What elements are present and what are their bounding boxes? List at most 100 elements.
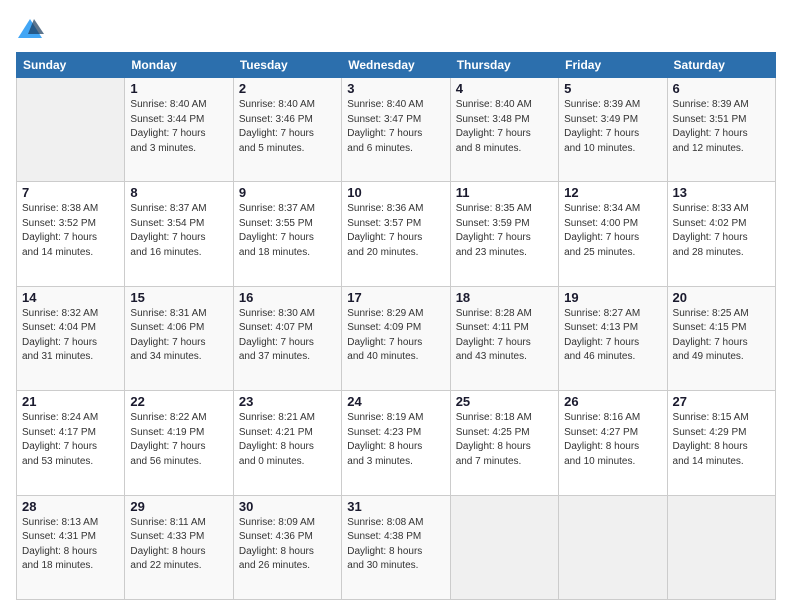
calendar-cell: 4 Sunrise: 8:40 AM Sunset: 3:48 PM Daylig… [450, 78, 558, 182]
logo-icon [16, 16, 44, 44]
day-info: Sunrise: 8:34 AM Sunset: 4:00 PM Dayligh… [564, 202, 661, 260]
calendar-cell: 31 Sunrise: 8:08 AM Sunset: 4:38 PM Dayli… [342, 495, 450, 599]
day-info: Sunrise: 8:40 AM Sunset: 3:47 PM Dayligh… [347, 98, 444, 156]
calendar-cell: 12 Sunrise: 8:34 AM Sunset: 4:00 PM Dayli… [559, 182, 667, 286]
day-number: 7 [22, 185, 119, 200]
calendar-week-row: 1Sunrise: 8:40 AM Sunset: 3:44 PM Daylig… [17, 78, 776, 182]
day-info: Sunrise: 8:37 AM Sunset: 3:55 PM Dayligh… [239, 202, 336, 260]
day-info: Sunrise: 8:36 AM Sunset: 3:57 PM Dayligh… [347, 202, 444, 260]
calendar-cell: 9 Sunrise: 8:37 AM Sunset: 3:55 PM Daylig… [233, 182, 341, 286]
column-header-monday: Monday [125, 53, 233, 78]
day-info: Sunrise: 8:38 AM Sunset: 3:52 PM Dayligh… [22, 202, 119, 260]
day-number: 29 [130, 499, 227, 514]
calendar-cell: 24 Sunrise: 8:19 AM Sunset: 4:23 PM Dayli… [342, 391, 450, 495]
column-header-thursday: Thursday [450, 53, 558, 78]
day-number: 5 [564, 81, 661, 96]
day-number: 22 [130, 394, 227, 409]
calendar-page: SundayMondayTuesdayWednesdayThursdayFrid… [0, 0, 792, 612]
day-number: 18 [456, 290, 553, 305]
day-number: 4 [456, 81, 553, 96]
calendar-cell: 18 Sunrise: 8:28 AM Sunset: 4:11 PM Dayli… [450, 286, 558, 390]
day-info: Sunrise: 8:33 AM Sunset: 4:02 PM Dayligh… [673, 202, 770, 260]
day-number: 20 [673, 290, 770, 305]
day-number: 14 [22, 290, 119, 305]
day-number: 26 [564, 394, 661, 409]
day-info: Sunrise: 8:28 AM Sunset: 4:11 PM Dayligh… [456, 307, 553, 365]
column-header-wednesday: Wednesday [342, 53, 450, 78]
day-info: Sunrise: 8:11 AM Sunset: 4:33 PM Dayligh… [130, 516, 227, 574]
calendar-cell: 15Sunrise: 8:31 AM Sunset: 4:06 PM Dayli… [125, 286, 233, 390]
calendar-cell: 25 Sunrise: 8:18 AM Sunset: 4:25 PM Dayli… [450, 391, 558, 495]
calendar-cell: 7 Sunrise: 8:38 AM Sunset: 3:52 PM Daylig… [17, 182, 125, 286]
day-info: Sunrise: 8:09 AM Sunset: 4:36 PM Dayligh… [239, 516, 336, 574]
calendar-cell: 2 Sunrise: 8:40 AM Sunset: 3:46 PM Daylig… [233, 78, 341, 182]
day-number: 8 [130, 185, 227, 200]
calendar-cell [17, 78, 125, 182]
column-header-saturday: Saturday [667, 53, 775, 78]
calendar-cell: 6 Sunrise: 8:39 AM Sunset: 3:51 PM Daylig… [667, 78, 775, 182]
calendar-cell: 28 Sunrise: 8:13 AM Sunset: 4:31 PM Dayli… [17, 495, 125, 599]
day-number: 12 [564, 185, 661, 200]
day-info: Sunrise: 8:40 AM Sunset: 3:46 PM Dayligh… [239, 98, 336, 156]
calendar-cell: 22Sunrise: 8:22 AM Sunset: 4:19 PM Dayli… [125, 391, 233, 495]
day-number: 25 [456, 394, 553, 409]
calendar-week-row: 21 Sunrise: 8:24 AM Sunset: 4:17 PM Dayli… [17, 391, 776, 495]
calendar-week-row: 14Sunrise: 8:32 AM Sunset: 4:04 PM Dayli… [17, 286, 776, 390]
day-info: Sunrise: 8:39 AM Sunset: 3:49 PM Dayligh… [564, 98, 661, 156]
day-number: 23 [239, 394, 336, 409]
day-info: Sunrise: 8:13 AM Sunset: 4:31 PM Dayligh… [22, 516, 119, 574]
logo [16, 16, 48, 44]
day-number: 21 [22, 394, 119, 409]
calendar-cell: 3 Sunrise: 8:40 AM Sunset: 3:47 PM Daylig… [342, 78, 450, 182]
day-number: 28 [22, 499, 119, 514]
calendar-cell [559, 495, 667, 599]
day-number: 10 [347, 185, 444, 200]
day-info: Sunrise: 8:40 AM Sunset: 3:48 PM Dayligh… [456, 98, 553, 156]
day-info: Sunrise: 8:25 AM Sunset: 4:15 PM Dayligh… [673, 307, 770, 365]
calendar-table: SundayMondayTuesdayWednesdayThursdayFrid… [16, 52, 776, 600]
calendar-cell: 19 Sunrise: 8:27 AM Sunset: 4:13 PM Dayli… [559, 286, 667, 390]
day-info: Sunrise: 8:29 AM Sunset: 4:09 PM Dayligh… [347, 307, 444, 365]
day-info: Sunrise: 8:30 AM Sunset: 4:07 PM Dayligh… [239, 307, 336, 365]
day-number: 17 [347, 290, 444, 305]
calendar-cell: 30Sunrise: 8:09 AM Sunset: 4:36 PM Dayli… [233, 495, 341, 599]
day-number: 19 [564, 290, 661, 305]
day-number: 3 [347, 81, 444, 96]
day-info: Sunrise: 8:39 AM Sunset: 3:51 PM Dayligh… [673, 98, 770, 156]
day-number: 24 [347, 394, 444, 409]
day-number: 2 [239, 81, 336, 96]
calendar-week-row: 28 Sunrise: 8:13 AM Sunset: 4:31 PM Dayli… [17, 495, 776, 599]
day-number: 9 [239, 185, 336, 200]
column-header-sunday: Sunday [17, 53, 125, 78]
day-number: 6 [673, 81, 770, 96]
calendar-cell: 1Sunrise: 8:40 AM Sunset: 3:44 PM Daylig… [125, 78, 233, 182]
day-info: Sunrise: 8:16 AM Sunset: 4:27 PM Dayligh… [564, 411, 661, 469]
calendar-cell: 8 Sunrise: 8:37 AM Sunset: 3:54 PM Daylig… [125, 182, 233, 286]
calendar-cell: 16Sunrise: 8:30 AM Sunset: 4:07 PM Dayli… [233, 286, 341, 390]
day-info: Sunrise: 8:24 AM Sunset: 4:17 PM Dayligh… [22, 411, 119, 469]
day-info: Sunrise: 8:19 AM Sunset: 4:23 PM Dayligh… [347, 411, 444, 469]
calendar-cell: 21 Sunrise: 8:24 AM Sunset: 4:17 PM Dayli… [17, 391, 125, 495]
calendar-cell: 17 Sunrise: 8:29 AM Sunset: 4:09 PM Dayli… [342, 286, 450, 390]
day-info: Sunrise: 8:37 AM Sunset: 3:54 PM Dayligh… [130, 202, 227, 260]
day-info: Sunrise: 8:08 AM Sunset: 4:38 PM Dayligh… [347, 516, 444, 574]
calendar-cell: 10 Sunrise: 8:36 AM Sunset: 3:57 PM Dayli… [342, 182, 450, 286]
calendar-cell [667, 495, 775, 599]
day-info: Sunrise: 8:21 AM Sunset: 4:21 PM Dayligh… [239, 411, 336, 469]
calendar-cell: 27Sunrise: 8:15 AM Sunset: 4:29 PM Dayli… [667, 391, 775, 495]
day-info: Sunrise: 8:27 AM Sunset: 4:13 PM Dayligh… [564, 307, 661, 365]
day-number: 11 [456, 185, 553, 200]
day-number: 27 [673, 394, 770, 409]
calendar-cell: 13 Sunrise: 8:33 AM Sunset: 4:02 PM Dayli… [667, 182, 775, 286]
day-number: 31 [347, 499, 444, 514]
column-header-tuesday: Tuesday [233, 53, 341, 78]
calendar-cell: 5 Sunrise: 8:39 AM Sunset: 3:49 PM Daylig… [559, 78, 667, 182]
calendar-cell: 23 Sunrise: 8:21 AM Sunset: 4:21 PM Dayli… [233, 391, 341, 495]
header [16, 16, 776, 44]
day-number: 15 [130, 290, 227, 305]
day-info: Sunrise: 8:18 AM Sunset: 4:25 PM Dayligh… [456, 411, 553, 469]
calendar-cell: 29 Sunrise: 8:11 AM Sunset: 4:33 PM Dayli… [125, 495, 233, 599]
calendar-cell: 26 Sunrise: 8:16 AM Sunset: 4:27 PM Dayli… [559, 391, 667, 495]
day-number: 13 [673, 185, 770, 200]
day-info: Sunrise: 8:40 AM Sunset: 3:44 PM Dayligh… [130, 98, 227, 156]
